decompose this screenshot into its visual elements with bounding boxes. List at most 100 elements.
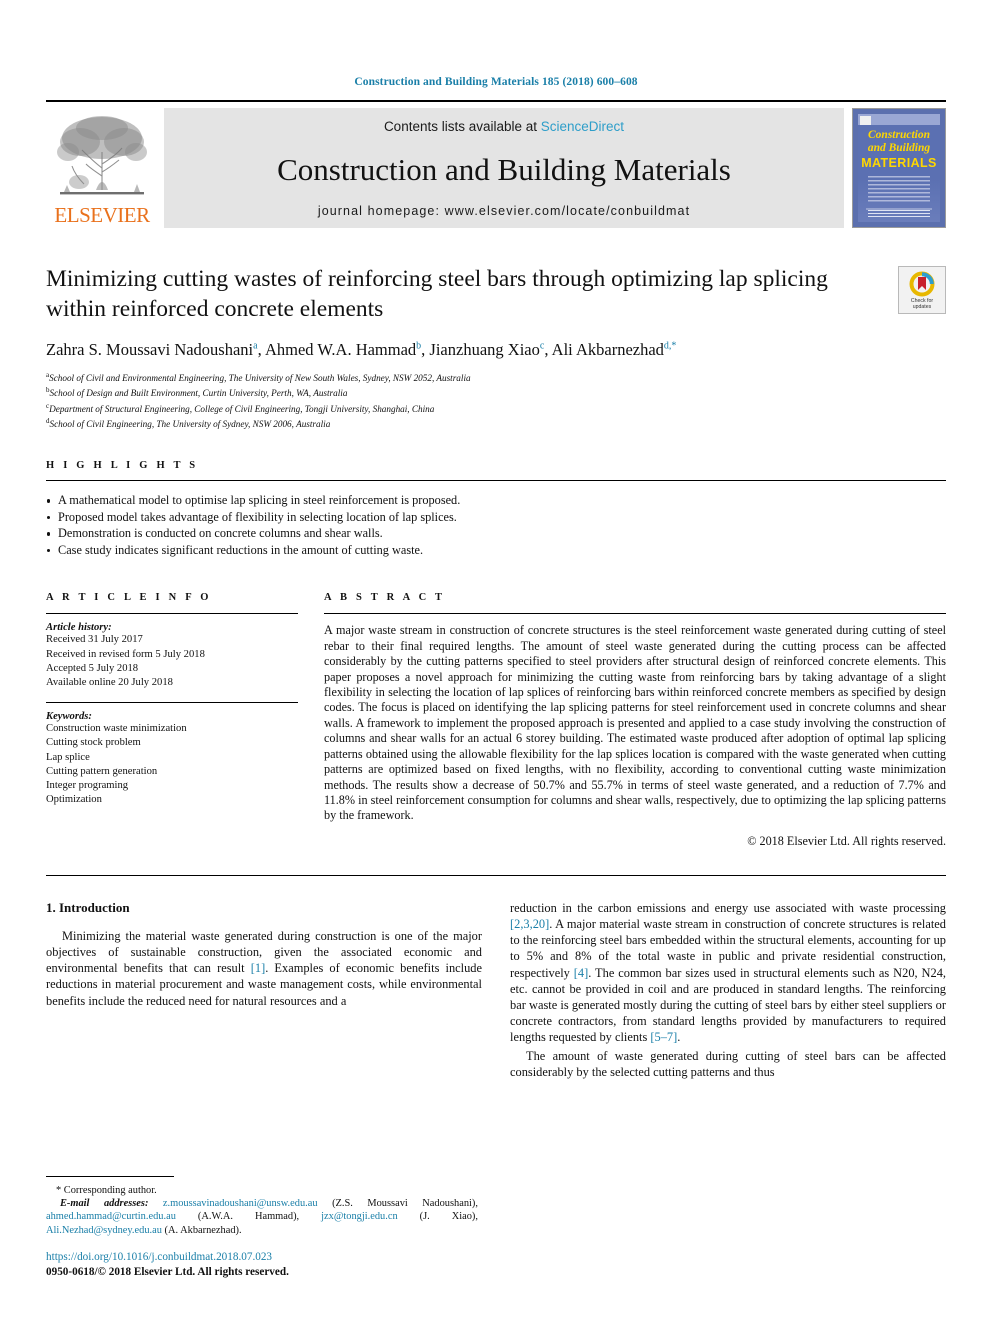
crossmark-label-line2: updates bbox=[912, 303, 932, 310]
cover-footer-text bbox=[868, 210, 930, 219]
contents-prefix: Contents lists available at bbox=[383, 119, 541, 134]
corresponding-author-note: * Corresponding author. E-mail addresses… bbox=[46, 1184, 478, 1238]
keyword-item: Construction waste minimization bbox=[46, 723, 187, 735]
email-link-2[interactable]: ahmed.hammad@curtin.edu.au bbox=[46, 1211, 176, 1222]
email-link-3[interactable]: jzx@tongji.edu.cn bbox=[321, 1211, 398, 1222]
author-2: Ahmed W.A. Hammadb bbox=[265, 340, 421, 359]
affiliation-b: bSchool of Design and Built Environment,… bbox=[46, 384, 946, 399]
article-history-revised: Received in revised form 5 July 2018 bbox=[46, 648, 205, 660]
article-info-rule bbox=[46, 613, 298, 615]
keyword-item: Integer programing bbox=[46, 780, 129, 792]
footnote-block: * Corresponding author. E-mail addresses… bbox=[46, 1175, 478, 1279]
keywords-label: Keywords: bbox=[46, 711, 92, 723]
affiliation-a: aSchool of Civil and Environmental Engin… bbox=[46, 369, 946, 384]
keywords-rule bbox=[46, 702, 298, 704]
intro-right-text-a: reduction in the carbon emissions and en… bbox=[510, 900, 946, 915]
highlight-item: Proposed model takes advantage of flexib… bbox=[46, 509, 946, 526]
affiliation-a-text: School of Civil and Environmental Engine… bbox=[49, 373, 471, 384]
intro-paragraph-right: reduction in the carbon emissions and en… bbox=[510, 900, 946, 1046]
highlights-list: A mathematical model to optimise lap spl… bbox=[46, 492, 946, 558]
intro-paragraph-left: Minimizing the material waste generated … bbox=[46, 928, 482, 1009]
page-title: Minimizing cutting wastes of reinforcing… bbox=[46, 266, 828, 322]
keyword-item: Cutting stock problem bbox=[46, 737, 141, 749]
doi-link[interactable]: https://doi.org/10.1016/j.conbuildmat.20… bbox=[46, 1250, 478, 1264]
affiliation-c-text: Department of Structural Engineering, Co… bbox=[49, 403, 435, 414]
email-link-4[interactable]: Ali.Nezhad@sydney.edu.au bbox=[46, 1225, 162, 1236]
body-right-column: reduction in the carbon emissions and en… bbox=[510, 900, 946, 1082]
body-columns: 1. Introduction Minimizing the material … bbox=[46, 900, 946, 1082]
author-2-affil-marker: b bbox=[416, 340, 422, 352]
section-divider-rule bbox=[46, 874, 946, 876]
crossmark-label: Check for updates bbox=[911, 298, 933, 310]
author-4-name: Ali Akbarnezhad bbox=[551, 340, 664, 359]
keyword-item: Cutting pattern generation bbox=[46, 765, 158, 777]
email-owner-2: (A.W.A. Hammad), bbox=[175, 1211, 322, 1223]
crossmark-badge[interactable]: Check for updates bbox=[898, 266, 946, 314]
cover-title-line-1: Construction bbox=[868, 129, 930, 141]
email-owner-4: (A. Akbarnezhad). bbox=[161, 1224, 242, 1236]
affiliation-c: cDepartment of Structural Engineering, C… bbox=[46, 400, 946, 415]
footnote-rule bbox=[46, 1175, 174, 1177]
journal-homepage-link[interactable]: journal homepage: www.elsevier.com/locat… bbox=[318, 204, 690, 218]
author-1-affil-marker: a bbox=[253, 340, 258, 352]
citation-ref-4[interactable]: [4] bbox=[574, 966, 588, 980]
article-info-heading: A R T I C L E I N F O bbox=[46, 592, 212, 604]
citation-ref-2-3-20[interactable]: [2,3,20] bbox=[510, 917, 549, 931]
article-page: Construction and Building Materials 185 … bbox=[0, 0, 992, 1323]
running-head: Construction and Building Materials 185 … bbox=[354, 76, 638, 88]
doi-block: https://doi.org/10.1016/j.conbuildmat.20… bbox=[46, 1250, 478, 1279]
article-history-accepted: Accepted 5 July 2018 bbox=[46, 662, 139, 674]
sciencedirect-link[interactable]: ScienceDirect bbox=[541, 119, 624, 134]
elsevier-wordmark: ELSEVIER bbox=[54, 203, 150, 227]
crossmark-icon bbox=[909, 271, 935, 296]
author-3-affil-marker: c bbox=[539, 340, 545, 352]
author-2-name: Ahmed W.A. Hammad bbox=[264, 340, 417, 359]
corresponding-author-text: * Corresponding author. bbox=[56, 1184, 157, 1196]
highlight-item: A mathematical model to optimise lap spl… bbox=[46, 492, 946, 509]
keyword-item: Optimization bbox=[46, 794, 102, 806]
highlights-section: H I G H L I G H T S A mathematical model… bbox=[46, 460, 946, 558]
affiliation-d-text: School of Civil Engineering, The Univers… bbox=[49, 419, 331, 430]
abstract-column: A B S T R A C T A major waste stream in … bbox=[324, 592, 946, 848]
cover-elsevier-mark-icon bbox=[860, 116, 871, 125]
masthead-center: Contents lists available at ScienceDirec… bbox=[164, 108, 844, 228]
email-link-1[interactable]: z.moussavinadoushani@unsw.edu.au bbox=[163, 1198, 318, 1209]
highlight-item: Case study indicates significant reducti… bbox=[46, 542, 946, 559]
author-list: Zahra S. Moussavi Nadoushania, Ahmed W.A… bbox=[46, 340, 677, 359]
elsevier-logo: ELSEVIER bbox=[46, 108, 158, 228]
cover-title-line-2: and Building bbox=[867, 142, 931, 154]
elsevier-tree-icon bbox=[57, 116, 147, 195]
highlights-heading: H I G H L I G H T S bbox=[46, 460, 199, 472]
citation-ref-1[interactable]: [1] bbox=[251, 961, 265, 975]
author-4-affil-marker: d,* bbox=[663, 340, 677, 352]
cover-title-line-3: MATERIALS bbox=[861, 156, 937, 170]
masthead-top-rule bbox=[46, 100, 946, 102]
body-left-column: 1. Introduction Minimizing the material … bbox=[46, 900, 482, 1082]
abstract-heading: A B S T R A C T bbox=[324, 592, 446, 604]
email-owner-3: (J. Xiao), bbox=[397, 1211, 478, 1223]
journal-cover-thumbnail[interactable]: Construction and Building MATERIALS bbox=[852, 108, 946, 228]
article-history-received: Received 31 July 2017 bbox=[46, 634, 143, 646]
issn-copyright-line: 0950-0618/© 2018 Elsevier Ltd. All right… bbox=[46, 1265, 289, 1278]
contents-lists-line: Contents lists available at ScienceDirec… bbox=[384, 119, 624, 134]
highlights-rule bbox=[46, 480, 946, 482]
abstract-text: A major waste stream in construction of … bbox=[324, 623, 946, 823]
affiliation-b-text: School of Design and Built Environment, … bbox=[49, 388, 348, 399]
abstract-copyright: © 2018 Elsevier Ltd. All rights reserved… bbox=[747, 833, 946, 848]
cover-image-area bbox=[866, 208, 932, 210]
section-title-introduction: 1. Introduction bbox=[46, 899, 130, 915]
article-history-label: Article history: bbox=[46, 622, 112, 634]
journal-masthead: ELSEVIER Contents lists available at Sci… bbox=[46, 108, 946, 228]
author-1-name: Zahra S. Moussavi Nadoushani bbox=[46, 340, 254, 359]
email-owner-1: (Z.S. Moussavi Nadoushani), bbox=[317, 1197, 478, 1209]
title-block: Minimizing cutting wastes of reinforcing… bbox=[46, 264, 946, 324]
citation-ref-5-7[interactable]: [5–7] bbox=[650, 1030, 677, 1044]
abstract-rule bbox=[324, 613, 946, 615]
intro-paragraph-right-2: The amount of waste generated during cut… bbox=[510, 1048, 946, 1079]
email-addresses-label: E-mail addresses: bbox=[60, 1197, 149, 1209]
author-1: Zahra S. Moussavi Nadoushania bbox=[46, 340, 258, 359]
highlight-item: Demonstration is conducted on concrete c… bbox=[46, 525, 946, 542]
author-3-name: Jianzhuang Xiao bbox=[429, 340, 540, 359]
affiliation-d: dSchool of Civil Engineering, The Univer… bbox=[46, 415, 946, 430]
journal-title: Construction and Building Materials bbox=[277, 151, 731, 187]
